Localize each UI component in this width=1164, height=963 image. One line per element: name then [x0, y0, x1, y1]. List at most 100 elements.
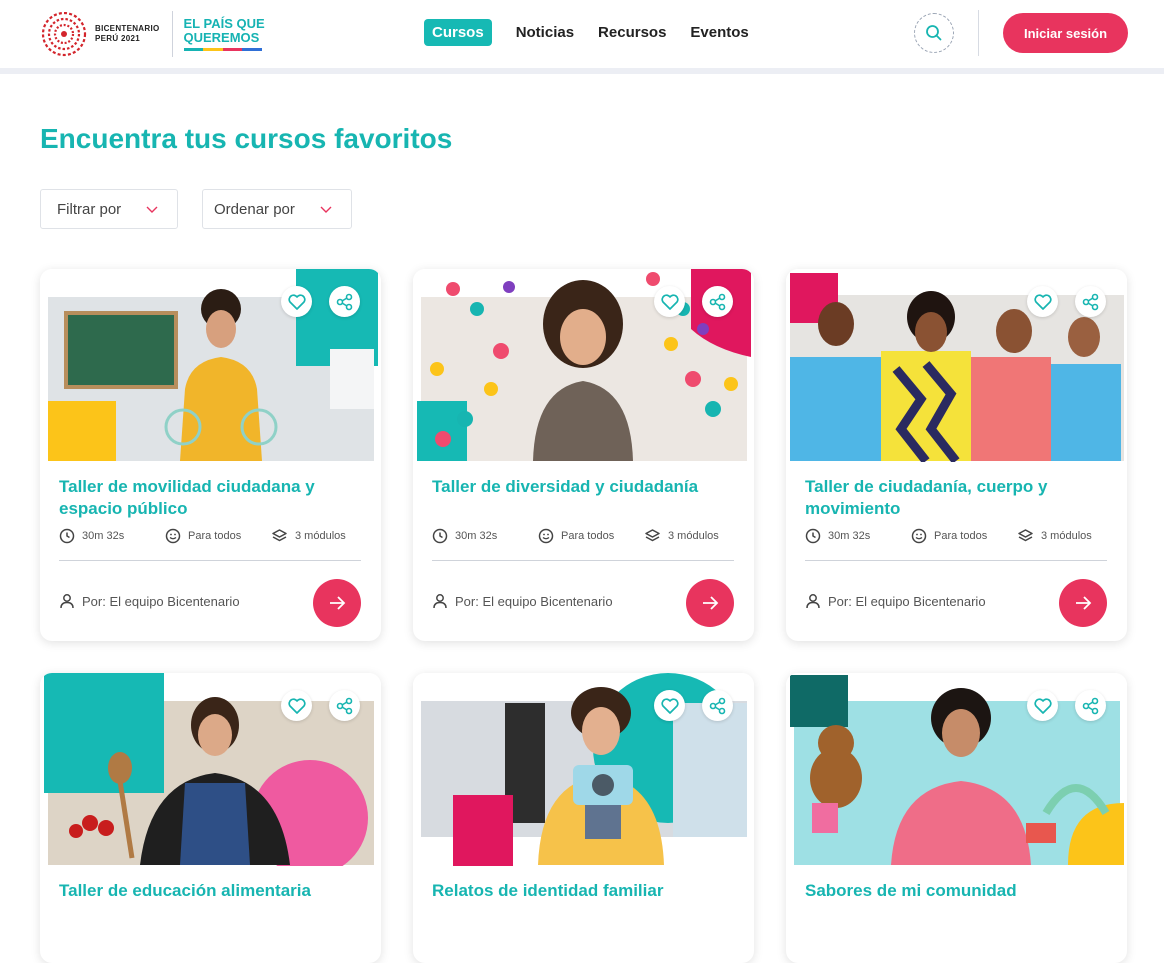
- favorite-button[interactable]: [1027, 286, 1058, 317]
- duration: 30m 32s: [805, 528, 911, 544]
- layers-icon: [272, 529, 287, 542]
- filter-dropdown[interactable]: Filtrar por: [40, 189, 178, 229]
- course-image[interactable]: [786, 269, 1127, 462]
- course-image[interactable]: [413, 269, 754, 462]
- divider: [805, 560, 1107, 561]
- smiley-icon: [538, 528, 554, 544]
- duration-label: 30m 32s: [455, 530, 498, 542]
- main-nav: Cursos Noticias Recursos Eventos: [424, 19, 773, 46]
- share-icon: [709, 697, 725, 714]
- course-card[interactable]: Taller de diversidad y ciudadanía 30m 32…: [413, 269, 754, 641]
- course-card[interactable]: Sabores de mi comunidad: [786, 673, 1127, 963]
- smiley-icon: [911, 528, 927, 544]
- modules-label: 3 módulos: [295, 530, 346, 542]
- course-image[interactable]: [786, 673, 1127, 866]
- course-meta: 30m 32s Para todos 3 módulos: [59, 528, 361, 544]
- audience-label: Para todos: [188, 530, 242, 542]
- course-author: Por: El equipo Bicentenario: [59, 593, 240, 609]
- course-title[interactable]: Taller de educación alimentaria: [59, 880, 359, 902]
- page-title: Encuentra tus cursos favoritos: [40, 123, 453, 154]
- favorite-button[interactable]: [281, 690, 312, 721]
- audience: Para todos: [911, 528, 1017, 544]
- divider: [59, 560, 361, 561]
- course-title[interactable]: Taller de ciudadanía, cuerpo y movimient…: [805, 476, 1105, 520]
- favorite-button[interactable]: [1027, 690, 1058, 721]
- arrow-right-icon: [330, 596, 346, 610]
- user-icon: [433, 594, 447, 609]
- course-image[interactable]: [40, 269, 381, 462]
- share-button[interactable]: [1075, 690, 1106, 721]
- chevron-down-icon: [320, 206, 332, 213]
- heart-icon: [287, 293, 306, 310]
- filter-label: Filtrar por: [57, 200, 122, 218]
- search-button[interactable]: [914, 13, 954, 53]
- duration-label: 30m 32s: [82, 530, 125, 542]
- heart-icon: [660, 697, 679, 714]
- tagline-color-bar: [183, 48, 262, 51]
- share-button[interactable]: [329, 286, 360, 317]
- smiley-icon: [165, 528, 181, 544]
- nav-item-recursos[interactable]: Recursos: [598, 19, 666, 46]
- author-label: Por: El equipo Bicentenario: [82, 593, 240, 609]
- favorite-button[interactable]: [654, 286, 685, 317]
- course-image[interactable]: [40, 673, 381, 866]
- course-card[interactable]: Relatos de identidad familiar: [413, 673, 754, 963]
- tagline-line1: EL PAÍS QUE: [183, 16, 265, 31]
- logo-line1: BICENTENARIO: [95, 24, 160, 33]
- duration-label: 30m 32s: [828, 530, 871, 542]
- nav-item-eventos[interactable]: Eventos: [690, 19, 748, 46]
- share-button[interactable]: [702, 286, 733, 317]
- course-title[interactable]: Taller de diversidad y ciudadanía: [432, 476, 732, 498]
- duration: 30m 32s: [59, 528, 165, 544]
- search-icon: [926, 25, 942, 41]
- user-icon: [60, 594, 74, 609]
- favorite-button[interactable]: [654, 690, 685, 721]
- course-image[interactable]: [413, 673, 754, 866]
- share-icon: [336, 293, 352, 310]
- arrow-right-icon: [703, 596, 719, 610]
- sort-dropdown[interactable]: Ordenar por: [202, 189, 352, 229]
- course-title[interactable]: Relatos de identidad familiar: [432, 880, 732, 902]
- favorite-button[interactable]: [281, 286, 312, 317]
- audience-label: Para todos: [934, 530, 988, 542]
- tagline-line2: QUEREMOS: [183, 30, 260, 45]
- modules-label: 3 módulos: [668, 530, 719, 542]
- share-button[interactable]: [329, 690, 360, 721]
- arrow-right-icon: [1076, 596, 1092, 610]
- header-divider: [978, 10, 979, 56]
- clock-icon: [432, 528, 448, 544]
- open-course-button[interactable]: [686, 579, 734, 627]
- modules: 3 módulos: [1017, 528, 1092, 544]
- course-card[interactable]: Taller de educación alimentaria: [40, 673, 381, 963]
- share-icon: [709, 293, 725, 310]
- layers-icon: [645, 529, 660, 542]
- course-title[interactable]: Sabores de mi comunidad: [805, 880, 1105, 902]
- duration: 30m 32s: [432, 528, 538, 544]
- login-button[interactable]: Iniciar sesión: [1003, 13, 1128, 53]
- course-author: Por: El equipo Bicentenario: [805, 593, 986, 609]
- author-label: Por: El equipo Bicentenario: [455, 593, 613, 609]
- course-title[interactable]: Taller de movilidad ciudadana y espacio …: [59, 476, 359, 520]
- share-icon: [1082, 697, 1098, 714]
- heart-icon: [1033, 697, 1052, 714]
- modules-label: 3 módulos: [1041, 530, 1092, 542]
- open-course-button[interactable]: [313, 579, 361, 627]
- bicentenario-logo[interactable]: BICENTENARIO PERÚ 2021 EL PAÍS QUE QUERE…: [39, 9, 265, 59]
- nav-item-cursos[interactable]: Cursos: [424, 19, 492, 46]
- course-card[interactable]: Taller de ciudadanía, cuerpo y movimient…: [786, 269, 1127, 641]
- clock-icon: [59, 528, 75, 544]
- nav-item-noticias[interactable]: Noticias: [516, 19, 574, 46]
- logo-wordmark: BICENTENARIO PERÚ 2021: [95, 24, 160, 44]
- course-card[interactable]: Taller de movilidad ciudadana y espacio …: [40, 269, 381, 641]
- course-meta: 30m 32s Para todos 3 módulos: [432, 528, 734, 544]
- divider: [432, 560, 734, 561]
- author-label: Por: El equipo Bicentenario: [828, 593, 986, 609]
- course-author: Por: El equipo Bicentenario: [432, 593, 613, 609]
- share-button[interactable]: [702, 690, 733, 721]
- audience-label: Para todos: [561, 530, 615, 542]
- share-button[interactable]: [1075, 286, 1106, 317]
- audience: Para todos: [538, 528, 644, 544]
- heart-icon: [660, 293, 679, 310]
- open-course-button[interactable]: [1059, 579, 1107, 627]
- heart-icon: [287, 697, 306, 714]
